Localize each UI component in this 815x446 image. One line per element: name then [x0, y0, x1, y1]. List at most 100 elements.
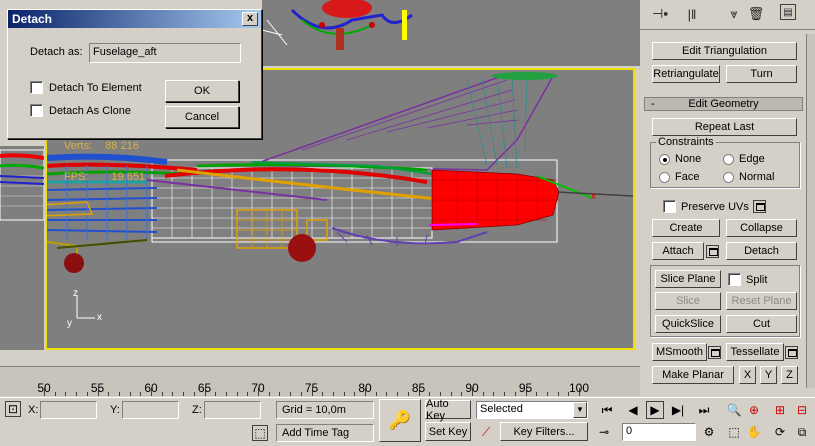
auto-key-button[interactable]: Auto Key — [425, 398, 471, 422]
go-to-start-icon[interactable]: ⏮ — [598, 401, 616, 419]
turn-button[interactable]: Turn — [726, 65, 797, 83]
arc-rotate-icon[interactable]: ⟳ — [771, 423, 789, 441]
zoom-extents-icon[interactable]: ⊞ — [771, 401, 789, 419]
region-zoom-icon[interactable]: ⬚ — [725, 423, 743, 441]
tessellate-settings-icon[interactable] — [785, 346, 798, 359]
preserve-uvs-label: Preserve UVs — [681, 200, 749, 213]
tessellate-button[interactable]: Tessellate — [726, 343, 784, 361]
key-mode-icon[interactable]: 🔑 — [379, 399, 421, 442]
current-frame-field[interactable]: 0 — [622, 423, 696, 441]
collapse-button[interactable]: Collapse — [726, 219, 797, 237]
create-button[interactable]: Create — [652, 219, 720, 237]
attach-button[interactable]: Attach — [652, 242, 704, 260]
previous-frame-icon[interactable]: ◀ — [624, 401, 642, 419]
left-viewport[interactable] — [0, 146, 44, 350]
repeat-last-button[interactable]: Repeat Last — [652, 118, 797, 136]
detach-as-clone-checkbox[interactable]: Detach As Clone — [30, 104, 131, 117]
top-viewport[interactable] — [262, 0, 640, 66]
constraint-normal-radio[interactable]: Normal — [723, 171, 774, 183]
zoom-all-icon[interactable]: ⊕ — [745, 401, 763, 419]
make-unique-icon[interactable]: ⩔ — [724, 4, 744, 24]
split-checkbox[interactable]: Split — [728, 273, 767, 286]
rollout-collapse-icon[interactable]: - — [651, 98, 655, 110]
pan-icon[interactable]: ✋ — [745, 423, 763, 441]
time-config-icon[interactable]: ⚙ — [700, 423, 718, 441]
ruler-tick — [407, 392, 409, 396]
constraint-edge-radio[interactable]: Edge — [723, 153, 765, 165]
planar-x-button[interactable]: X — [739, 366, 756, 384]
dialog-title: Detach — [12, 12, 53, 26]
slice-button[interactable]: Slice — [655, 292, 721, 310]
checkbox-box[interactable] — [30, 104, 43, 117]
edit-geometry-rollout[interactable]: - Edit Geometry — [644, 97, 803, 111]
make-planar-button[interactable]: Make Planar — [652, 366, 734, 384]
detach-button[interactable]: Detach — [726, 242, 797, 260]
slice-plane-button[interactable]: Slice Plane — [655, 270, 721, 288]
ruler-tick — [300, 392, 302, 396]
maximize-viewport-icon[interactable]: ⧉ — [793, 423, 811, 441]
retriangulate-button[interactable]: Retriangulate — [652, 65, 720, 83]
selection-dropdown[interactable]: Selected ▼ — [476, 401, 588, 419]
preserve-uvs-settings-icon[interactable] — [753, 200, 766, 213]
set-key-button[interactable]: Set Key — [425, 422, 471, 441]
constraint-face-radio[interactable]: Face — [659, 171, 699, 183]
y-coord-field[interactable] — [122, 401, 179, 419]
time-tag-icon[interactable]: ⬚ — [252, 425, 268, 441]
ruler-tick — [215, 392, 217, 396]
planar-y-button[interactable]: Y — [760, 366, 777, 384]
next-frame-icon[interactable]: ▶| — [669, 401, 687, 419]
show-end-result-icon[interactable]: |‖ — [682, 4, 702, 24]
pin-stack-icon[interactable]: ⊣▪ — [650, 4, 670, 24]
none-label: None — [675, 153, 702, 165]
ok-button[interactable]: OK — [165, 80, 239, 102]
zoom-extents-all-icon[interactable]: ⊟ — [793, 401, 811, 419]
ruler-tick — [290, 392, 292, 396]
key-filters-button[interactable]: Key Filters... — [500, 422, 588, 441]
axis-x-label: x — [97, 312, 102, 323]
ruler-tick — [140, 392, 142, 396]
key-mode-toggle-icon[interactable]: ⊸ — [595, 423, 613, 441]
msmooth-button[interactable]: MSmooth — [652, 343, 707, 361]
reset-plane-button[interactable]: Reset Plane — [726, 292, 797, 310]
detach-as-input[interactable]: Fuselage_aft — [89, 43, 241, 63]
selection-value: Selected — [480, 403, 523, 415]
play-icon[interactable]: ▶ — [646, 401, 664, 419]
close-icon[interactable]: x — [242, 12, 258, 26]
absolute-mode-icon[interactable]: ⊡ — [5, 401, 21, 417]
radio-dot[interactable] — [659, 171, 670, 183]
dialog-titlebar[interactable]: Detach x — [8, 10, 261, 28]
x-coord-field[interactable] — [40, 401, 97, 419]
time-ruler[interactable]: 50 55 60 65 70 75 80 85 90 95 100 — [0, 366, 640, 396]
detach-to-element-checkbox[interactable]: Detach To Element — [30, 81, 142, 94]
tangent-icon[interactable]: ⟋ — [477, 423, 495, 441]
go-to-end-icon[interactable]: ⏭ — [695, 401, 713, 419]
preserve-uvs-checkbox[interactable]: Preserve UVs — [663, 200, 749, 213]
edit-triangulation-button[interactable]: Edit Triangulation — [652, 42, 797, 60]
quickslice-button[interactable]: QuickSlice — [655, 315, 721, 333]
checkbox-box[interactable] — [663, 200, 676, 213]
configure-sets-icon[interactable]: ▤ — [780, 4, 796, 20]
attach-settings-icon[interactable] — [706, 245, 719, 258]
ruler-tick — [247, 392, 249, 396]
constraint-none-radio[interactable]: None — [659, 153, 701, 165]
radio-dot[interactable] — [723, 153, 734, 165]
ruler-tick — [268, 392, 270, 396]
add-time-tag-field[interactable]: Add Time Tag — [276, 424, 374, 442]
radio-dot[interactable] — [659, 153, 670, 165]
cancel-button[interactable]: Cancel — [165, 106, 239, 128]
ruler-tick — [76, 392, 78, 396]
msmooth-settings-icon[interactable] — [708, 346, 721, 359]
radio-dot[interactable] — [723, 171, 734, 183]
checkbox-box[interactable] — [728, 273, 741, 286]
panel-scrollbar[interactable] — [806, 34, 815, 388]
verts-readout: Verts: 88 216 — [64, 140, 139, 152]
planar-z-button[interactable]: Z — [781, 366, 798, 384]
ruler-tick — [86, 392, 88, 396]
zoom-icon[interactable]: 🔍 — [725, 401, 743, 419]
cut-button[interactable]: Cut — [726, 315, 797, 333]
checkbox-box[interactable] — [30, 81, 43, 94]
remove-modifier-icon[interactable]: 🗑 — [746, 4, 766, 24]
chevron-down-icon[interactable]: ▼ — [573, 402, 587, 418]
ruler-tick — [429, 392, 431, 396]
z-coord-field[interactable] — [204, 401, 261, 419]
